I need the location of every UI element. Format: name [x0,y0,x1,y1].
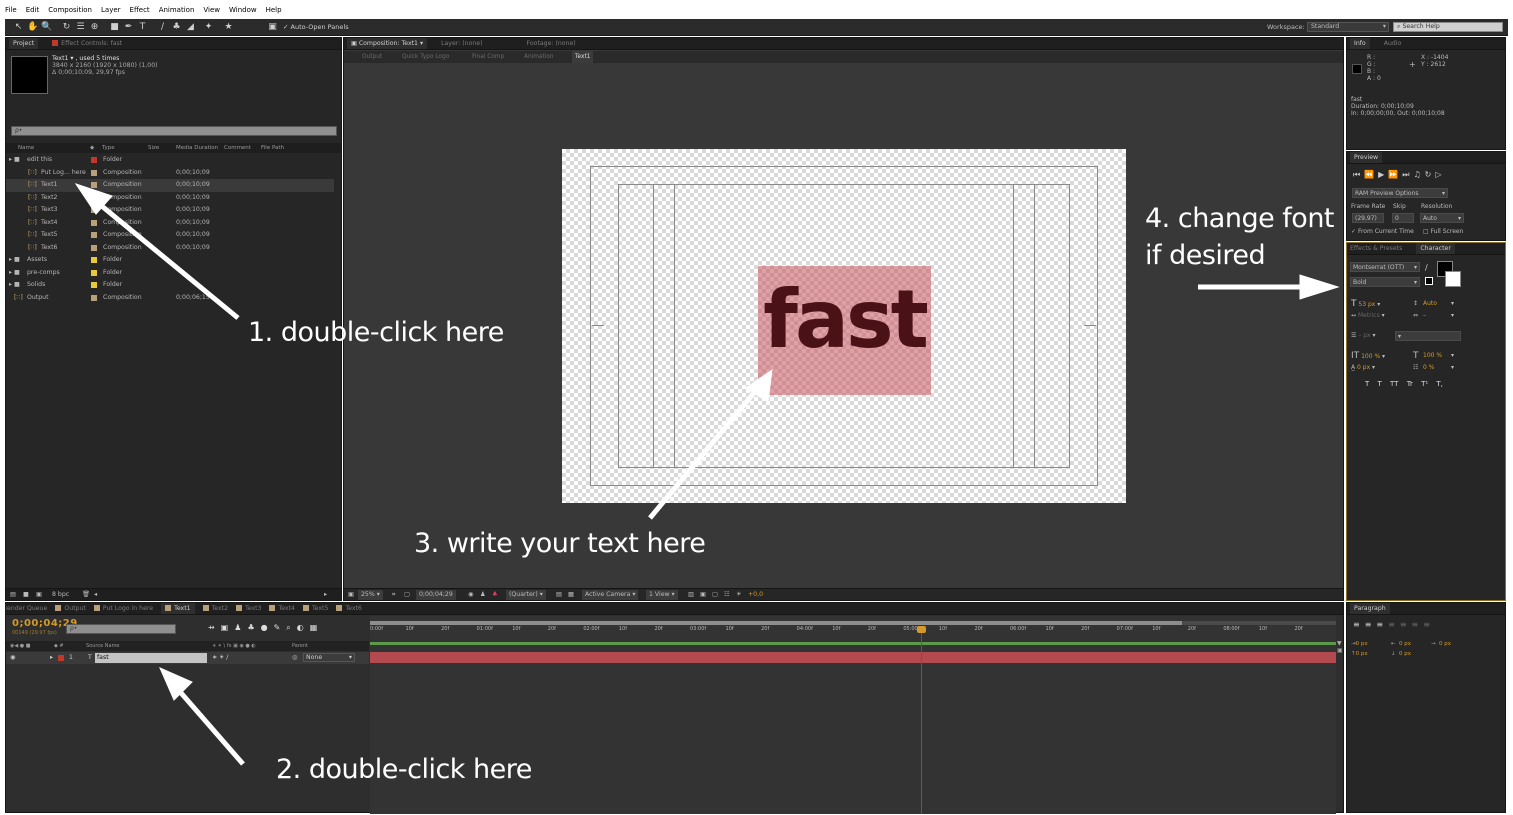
annotation-step-4-line1: 4. change font [1145,203,1335,234]
annotation-step-3: 3. write your text here [414,528,706,559]
arrow-4-head [1299,274,1340,300]
arrow-2-shaft [173,684,245,766]
annotation-step-2: 2. double-click here [276,754,532,785]
annotation-step-1: 1. double-click here [248,317,504,348]
annotation-step-4-line2: if desired [1145,240,1266,271]
arrow-3-shaft [648,386,760,520]
arrow-2-head [159,667,193,701]
arrow-1-shaft [90,196,240,320]
annotation-arrows [74,183,1340,766]
